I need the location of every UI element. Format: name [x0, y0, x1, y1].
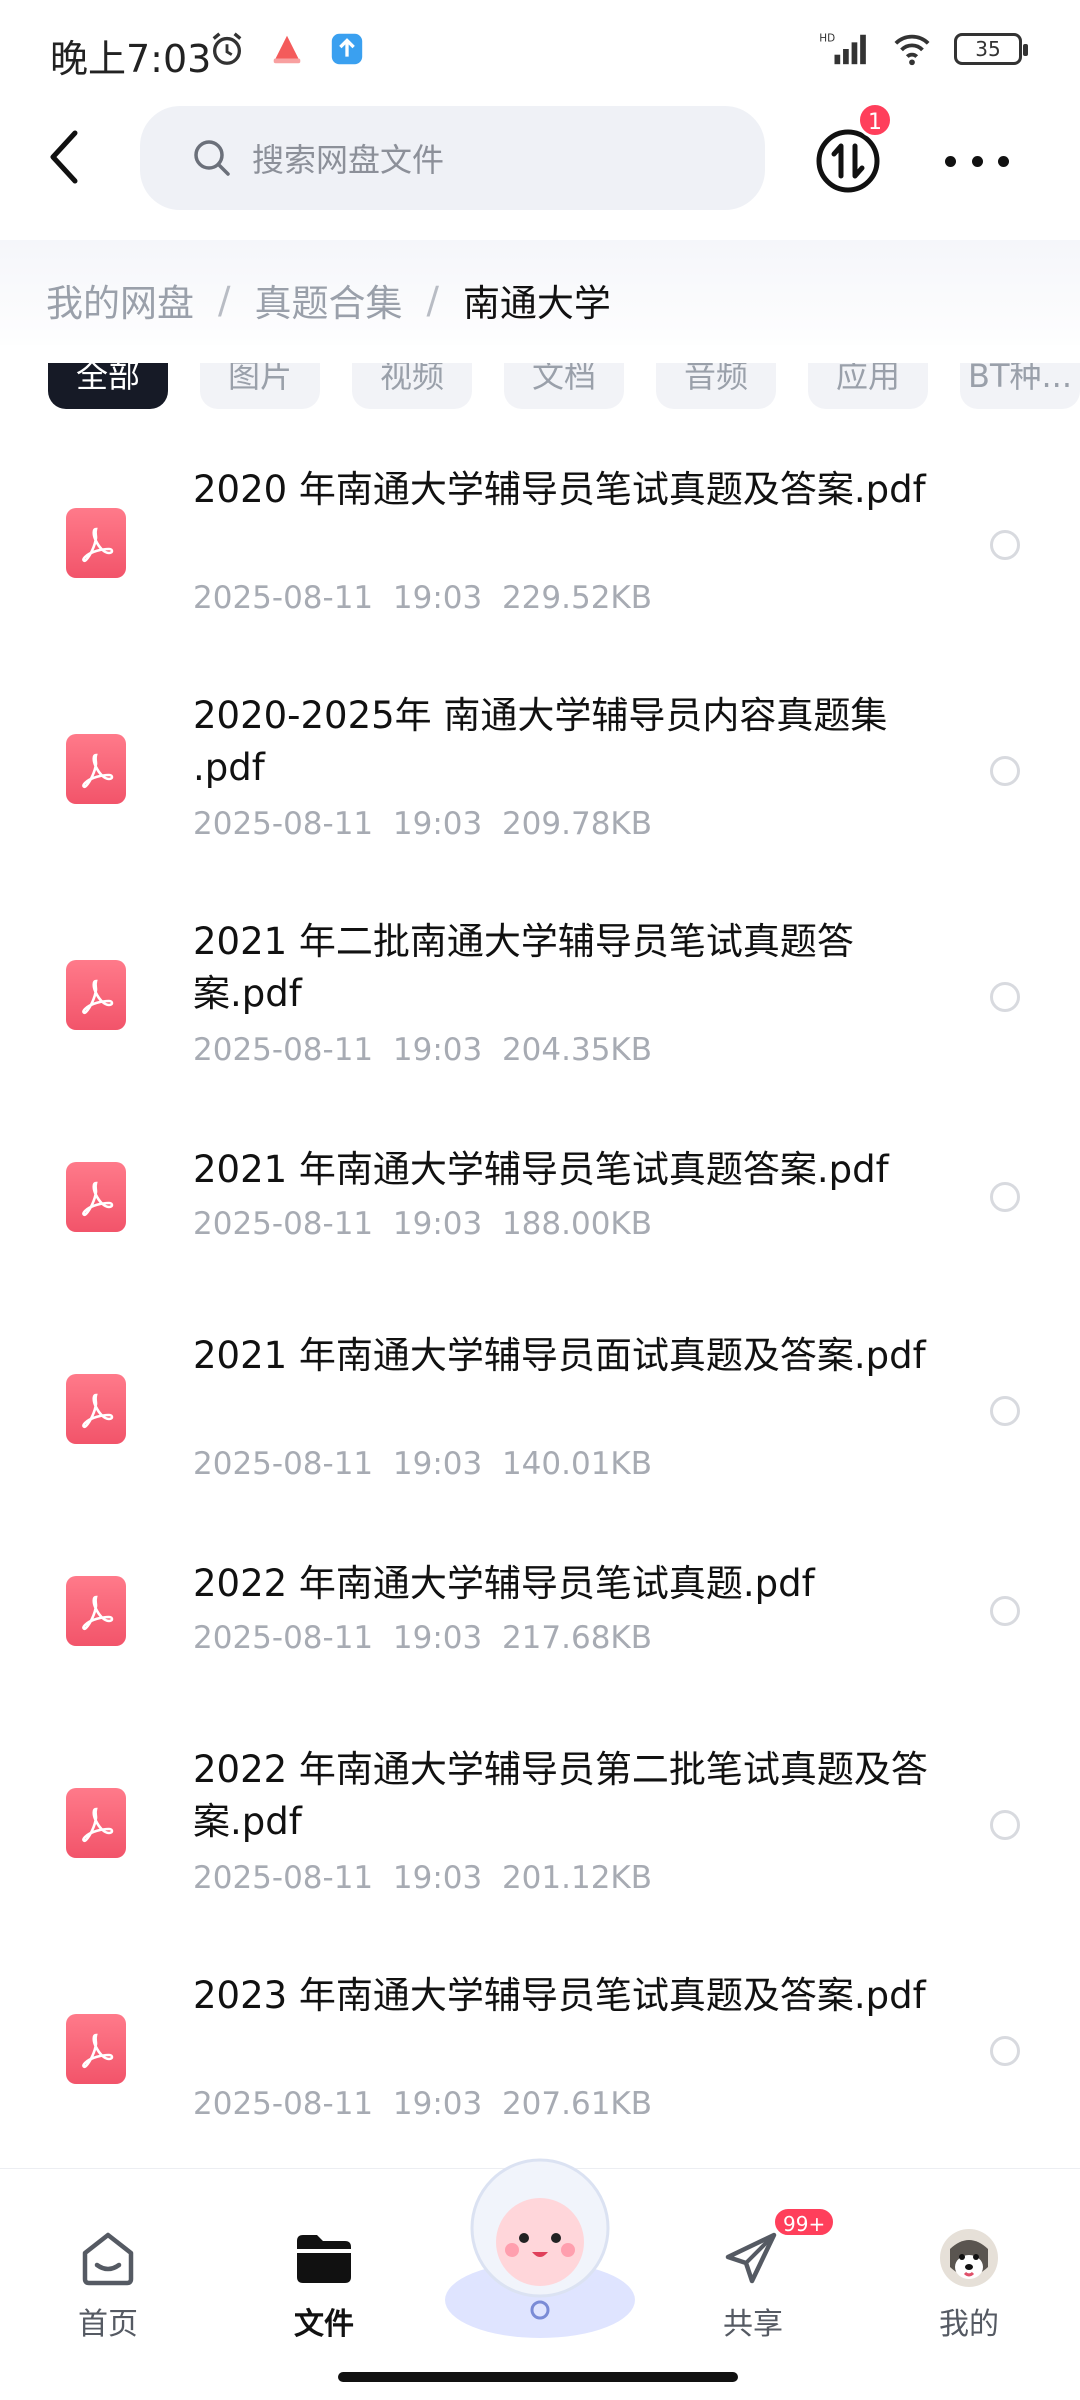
pdf-file-icon: [66, 1374, 126, 1444]
status-bar: 晚上7:03 HD 35: [0, 0, 1080, 100]
search-icon: [194, 140, 230, 176]
home-icon: [82, 2232, 134, 2286]
file-meta: 2025-08-11 19:03 229.52KB: [193, 580, 653, 616]
nav-home-label: 首页: [78, 2307, 138, 2342]
breadcrumb: 我的网盘 / 真题合集 / 南通大学: [0, 240, 1080, 360]
file-meta: 2025-08-11 19:03 204.35KB: [193, 1032, 653, 1068]
battery-icon: 35: [954, 33, 1028, 65]
app-notification-icon: [273, 35, 301, 64]
back-button[interactable]: [30, 122, 100, 192]
pdf-file-icon: [66, 960, 126, 1030]
header: 搜索网盘文件 1: [0, 100, 1080, 220]
breadcrumb-separator: /: [426, 278, 439, 322]
breadcrumb-item-root[interactable]: 我的网盘: [46, 273, 194, 327]
nav-profile[interactable]: 我的: [899, 2227, 1039, 2343]
file-meta: 2025-08-11 19:03 140.01KB: [193, 1446, 653, 1482]
nav-files-label: 文件: [294, 2307, 354, 2342]
nav-home[interactable]: 首页: [38, 2227, 178, 2343]
breadcrumb-item-current: 南通大学: [462, 282, 611, 325]
hd-signal-icon: HD: [819, 32, 866, 65]
wifi-icon: [894, 34, 930, 66]
svg-text:HD: HD: [819, 32, 835, 44]
select-checkbox[interactable]: [990, 1182, 1020, 1212]
transfer-list-button[interactable]: [815, 128, 881, 194]
nav-share[interactable]: 共享: [683, 2227, 823, 2343]
paper-plane-icon: [725, 2232, 777, 2284]
nav-share-label: 共享: [723, 2307, 783, 2342]
pdf-file-icon: [66, 734, 126, 804]
file-name: 2020-2025年 南通大学辅导员内容真题集 .pdf: [193, 694, 888, 789]
chevron-left-icon: [50, 130, 78, 184]
select-checkbox[interactable]: [990, 1810, 1020, 1840]
file-meta: 2025-08-11 19:03 217.68KB: [193, 1620, 653, 1656]
select-checkbox[interactable]: [990, 982, 1020, 1012]
pdf-file-icon: [66, 2014, 126, 2084]
file-name: 2021 年南通大学辅导员笔试真题答案.pdf: [193, 1148, 889, 1191]
select-checkbox[interactable]: [990, 1596, 1020, 1626]
nav-profile-label: 我的: [939, 2307, 999, 2342]
home-indicator: [338, 2372, 738, 2382]
file-meta: 2025-08-11 19:03 201.12KB: [193, 1860, 653, 1896]
select-checkbox[interactable]: [990, 530, 1020, 560]
share-count-badge: 99+: [773, 2207, 836, 2237]
folder-icon: [297, 2235, 351, 2283]
file-name: 2022 年南通大学辅导员第二批笔试真题及答案.pdf: [193, 1748, 928, 1843]
status-time: 晚上7:03: [50, 37, 212, 81]
file-type-filters: 全部 图片 视频 文档 音频 应用 BT种...: [0, 345, 1080, 409]
select-checkbox[interactable]: [990, 1396, 1020, 1426]
search-input[interactable]: 搜索网盘文件: [140, 106, 765, 210]
breadcrumb-item-folder[interactable]: 真题合集: [254, 273, 402, 327]
select-checkbox[interactable]: [990, 756, 1020, 786]
upload-notification-icon: [331, 33, 363, 65]
pdf-file-icon: [66, 508, 126, 578]
search-placeholder: 搜索网盘文件: [252, 141, 445, 179]
pdf-file-icon: [66, 1788, 126, 1858]
file-meta: 2025-08-11 19:03 188.00KB: [193, 1206, 653, 1242]
transfer-count-badge: 1: [857, 102, 893, 138]
file-meta: 2025-08-11 19:03 207.61KB: [193, 2086, 653, 2122]
pdf-file-icon: [66, 1162, 126, 1232]
file-name: 2020 年南通大学辅导员笔试真题及答案.pdf: [193, 468, 926, 511]
file-meta: 2025-08-11 19:03 209.78KB: [193, 806, 653, 842]
nav-files[interactable]: 文件: [254, 2227, 394, 2343]
file-name: 2021 年二批南通大学辅导员笔试真题答案.pdf: [193, 920, 854, 1015]
file-name: 2022 年南通大学辅导员笔试真题.pdf: [193, 1562, 815, 1605]
file-name: 2021 年南通大学辅导员面试真题及答案.pdf: [193, 1334, 926, 1377]
select-checkbox[interactable]: [990, 2036, 1020, 2066]
breadcrumb-separator: /: [218, 278, 231, 322]
avatar: [940, 2229, 998, 2287]
assistant-mascot-button[interactable]: [440, 2150, 640, 2340]
more-options-button[interactable]: [945, 136, 1009, 186]
pdf-file-icon: [66, 1576, 126, 1646]
alarm-icon: [212, 32, 242, 65]
file-name: 2023 年南通大学辅导员笔试真题及答案.pdf: [193, 1974, 926, 2017]
